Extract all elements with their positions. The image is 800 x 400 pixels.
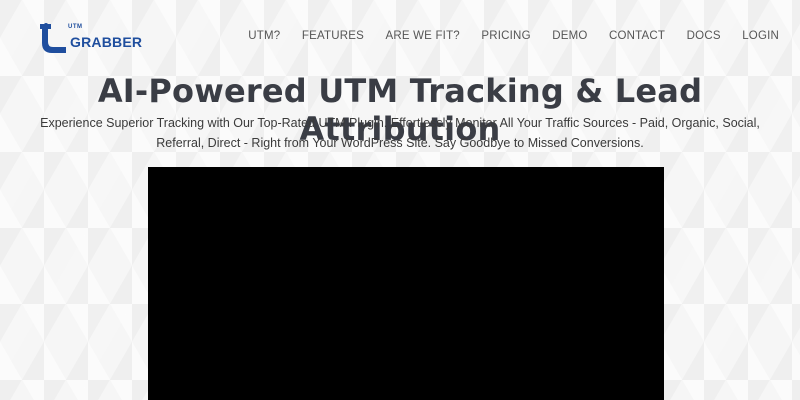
site-header: UTM GRABBER UTM? FEATURES ARE WE FIT? PR… [0, 0, 800, 76]
nav-item-pricing[interactable]: PRICING [481, 30, 530, 42]
nav-item-docs[interactable]: DOCS [687, 30, 721, 42]
nav-item-features[interactable]: FEATURES [302, 30, 364, 42]
logo-small-text: UTM [68, 24, 83, 30]
nav-item-demo[interactable]: DEMO [552, 30, 587, 42]
nav-item-contact[interactable]: CONTACT [609, 30, 665, 42]
nav-item-login[interactable]: LOGIN [742, 30, 779, 42]
main-nav: UTM? FEATURES ARE WE FIT? PRICING DEMO C… [227, 30, 779, 42]
nav-item-are-we-fit[interactable]: ARE WE FIT? [385, 30, 459, 42]
hero-subtitle: Experience Superior Tracking with Our To… [40, 116, 760, 150]
nav-item-utm[interactable]: UTM? [248, 30, 280, 42]
logo[interactable]: UTM GRABBER [38, 20, 150, 56]
logo-wordmark: GRABBER [70, 34, 143, 50]
video-player[interactable] [148, 167, 664, 400]
